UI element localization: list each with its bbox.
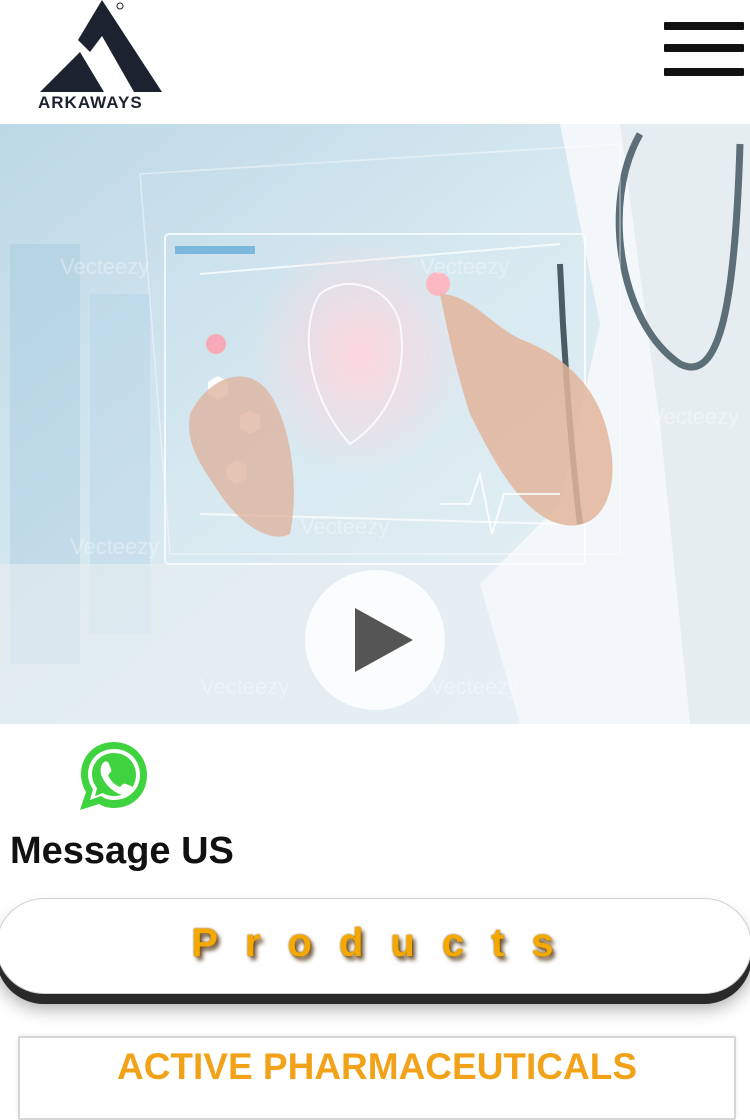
site-header: ARKAWAYS (0, 0, 750, 124)
whatsapp-icon[interactable] (76, 738, 152, 814)
products-label: Products (191, 921, 581, 965)
category-card-active-pharmaceuticals[interactable]: ACTIVE PHARMACEUTICALS (18, 1036, 736, 1120)
logo-text: ARKAWAYS (38, 93, 143, 112)
svg-text:Vecteezy: Vecteezy (70, 534, 159, 559)
play-icon (355, 608, 413, 672)
svg-text:Vecteezy: Vecteezy (650, 404, 739, 429)
hero-video[interactable]: Vecteezy Vecteezy Vecteezy Vecteezy Vect… (0, 124, 750, 724)
svg-text:Vecteezy: Vecteezy (300, 514, 389, 539)
category-label: ACTIVE PHARMACEUTICALS (116, 1046, 638, 1087)
svg-text:Vecteezy: Vecteezy (430, 674, 519, 699)
play-button[interactable] (305, 570, 445, 710)
hamburger-menu-icon[interactable] (660, 18, 746, 84)
arkaways-logo[interactable]: ARKAWAYS (34, 0, 166, 118)
svg-text:Vecteezy: Vecteezy (200, 674, 289, 699)
svg-text:Vecteezy: Vecteezy (420, 254, 509, 279)
svg-text:Vecteezy: Vecteezy (60, 254, 149, 279)
products-button[interactable]: Products (0, 898, 750, 994)
logo-mark-icon (40, 0, 162, 92)
message-us-link[interactable]: Message US (10, 830, 234, 873)
